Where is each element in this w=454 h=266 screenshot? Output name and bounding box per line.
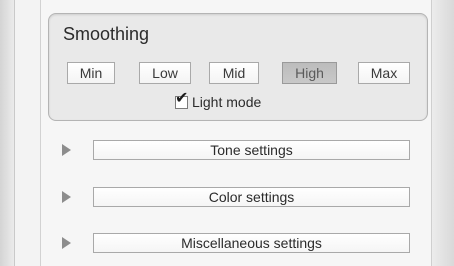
right-window-edge: [431, 0, 454, 266]
smoothing-group: Smoothing Min Low Mid High Max ✔ Light m…: [48, 13, 428, 121]
left-window-edge: [0, 0, 15, 266]
section-row-color: Color settings: [60, 186, 410, 208]
section-row-misc: Miscellaneous settings: [60, 232, 410, 254]
tone-settings-button[interactable]: Tone settings: [93, 140, 410, 160]
smoothing-title: Smoothing: [63, 24, 150, 44]
light-mode-label: Light mode: [192, 94, 262, 110]
settings-panel-page: Smoothing Min Low Mid High Max ✔ Light m…: [0, 0, 454, 266]
disclosure-triangle-icon[interactable]: [62, 144, 71, 156]
color-settings-button[interactable]: Color settings: [93, 187, 410, 207]
disclosure-triangle-icon[interactable]: [62, 237, 71, 249]
smoothing-max-button[interactable]: Max: [358, 62, 410, 84]
light-mode-row[interactable]: ✔ Light mode: [175, 90, 262, 111]
smoothing-mid-button[interactable]: Mid: [209, 62, 259, 84]
checkmark-icon: ✔: [175, 89, 189, 107]
smoothing-low-button[interactable]: Low: [139, 62, 191, 84]
section-row-tone: Tone settings: [60, 139, 410, 161]
smoothing-high-button[interactable]: High: [282, 62, 337, 84]
smoothing-min-button[interactable]: Min: [67, 62, 115, 84]
light-mode-checkbox[interactable]: ✔: [175, 90, 188, 109]
miscellaneous-settings-button[interactable]: Miscellaneous settings: [93, 233, 410, 253]
disclosure-triangle-icon[interactable]: [62, 191, 71, 203]
